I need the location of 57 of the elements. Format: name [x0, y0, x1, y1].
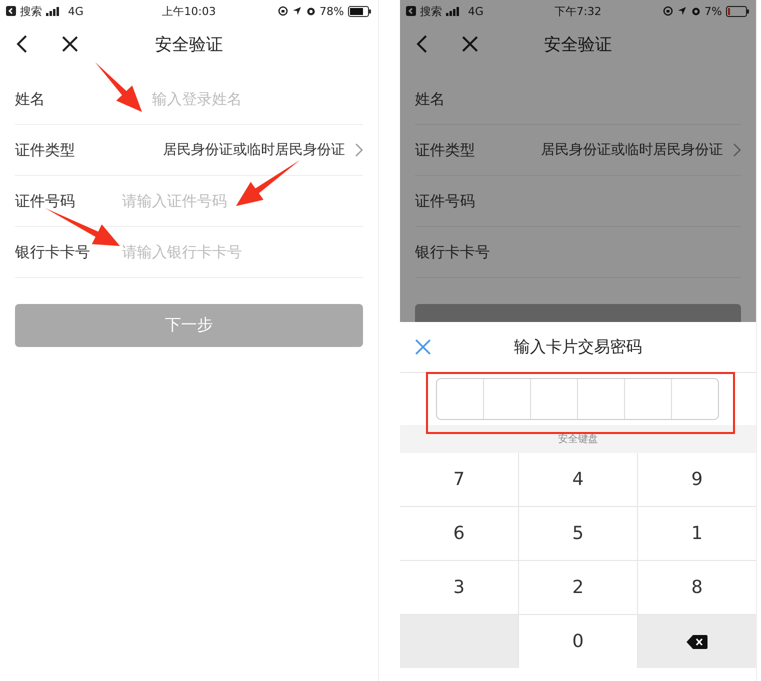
network-text: 4G	[468, 4, 484, 18]
battery-icon	[726, 6, 750, 16]
alarm-icon	[306, 6, 316, 16]
field-label: 证件号码	[415, 192, 476, 210]
back-icon[interactable]	[416, 34, 428, 54]
input-field[interactable]: 输入登录姓名	[152, 90, 322, 108]
clock-text: 上午10:03	[162, 4, 216, 18]
digit-key[interactable]: 0	[519, 615, 637, 668]
sheet-title: 输入卡片交易密码	[514, 336, 642, 358]
arrow-annotation	[95, 62, 142, 112]
network-text: 4G	[68, 4, 84, 18]
digit-key[interactable]: 9	[638, 453, 756, 506]
close-icon[interactable]	[61, 35, 79, 53]
back-app-icon	[6, 6, 16, 16]
field-label: 证件类型	[15, 140, 76, 160]
input-field[interactable]: 请输入证件号码	[122, 192, 322, 210]
digit-key[interactable]: 6	[400, 507, 518, 560]
digit-key[interactable]: 8	[638, 561, 756, 614]
digit-key[interactable]: 3	[400, 561, 518, 614]
select-value[interactable]: 居民身份证或临时居民身份证	[163, 141, 345, 159]
digit-key[interactable]: 1	[638, 507, 756, 560]
arrow-annotation	[236, 160, 300, 206]
backspace-key[interactable]	[638, 615, 756, 668]
input-field[interactable]: 请输入银行卡卡号	[122, 243, 322, 261]
location-icon	[676, 6, 687, 16]
backspace-icon	[686, 634, 708, 650]
field-label: 银行卡卡号	[415, 242, 491, 262]
location-icon	[292, 6, 302, 16]
pin-input-field[interactable]	[436, 378, 719, 420]
alarm-icon	[690, 6, 701, 16]
battery-percent: 7%	[704, 4, 722, 18]
field-label: 证件号码	[15, 192, 76, 210]
signal-icon	[446, 6, 460, 16]
back-icon[interactable]	[16, 34, 28, 54]
chevron-right-icon[interactable]	[355, 143, 363, 157]
field-label: 姓名	[15, 90, 46, 108]
battery-percent: 78%	[320, 4, 344, 18]
digit-key[interactable]: 2	[519, 561, 637, 614]
close-icon[interactable]	[461, 35, 479, 53]
page-title: 安全验证	[544, 34, 612, 56]
signal-icon	[46, 6, 60, 16]
carrier-text: 搜索	[20, 4, 42, 18]
clock-text: 下午7:32	[554, 4, 602, 18]
battery-icon	[348, 6, 372, 16]
digit-key[interactable]: 4	[519, 453, 637, 506]
rotation-lock-icon	[278, 6, 288, 16]
rotation-lock-icon	[662, 6, 673, 16]
digit-key[interactable]: 7	[400, 453, 518, 506]
keyboard-label: 安全键盘	[558, 433, 598, 446]
field-label: 证件类型	[415, 140, 476, 160]
page-title: 安全验证	[155, 34, 223, 56]
digit-key[interactable]: 5	[519, 507, 637, 560]
field-label: 姓名	[415, 90, 446, 108]
select-value[interactable]: 居民身份证或临时居民身份证	[541, 141, 723, 159]
field-label: 银行卡卡号	[15, 242, 91, 262]
carrier-text: 搜索	[420, 4, 442, 18]
back-app-icon	[406, 6, 416, 16]
